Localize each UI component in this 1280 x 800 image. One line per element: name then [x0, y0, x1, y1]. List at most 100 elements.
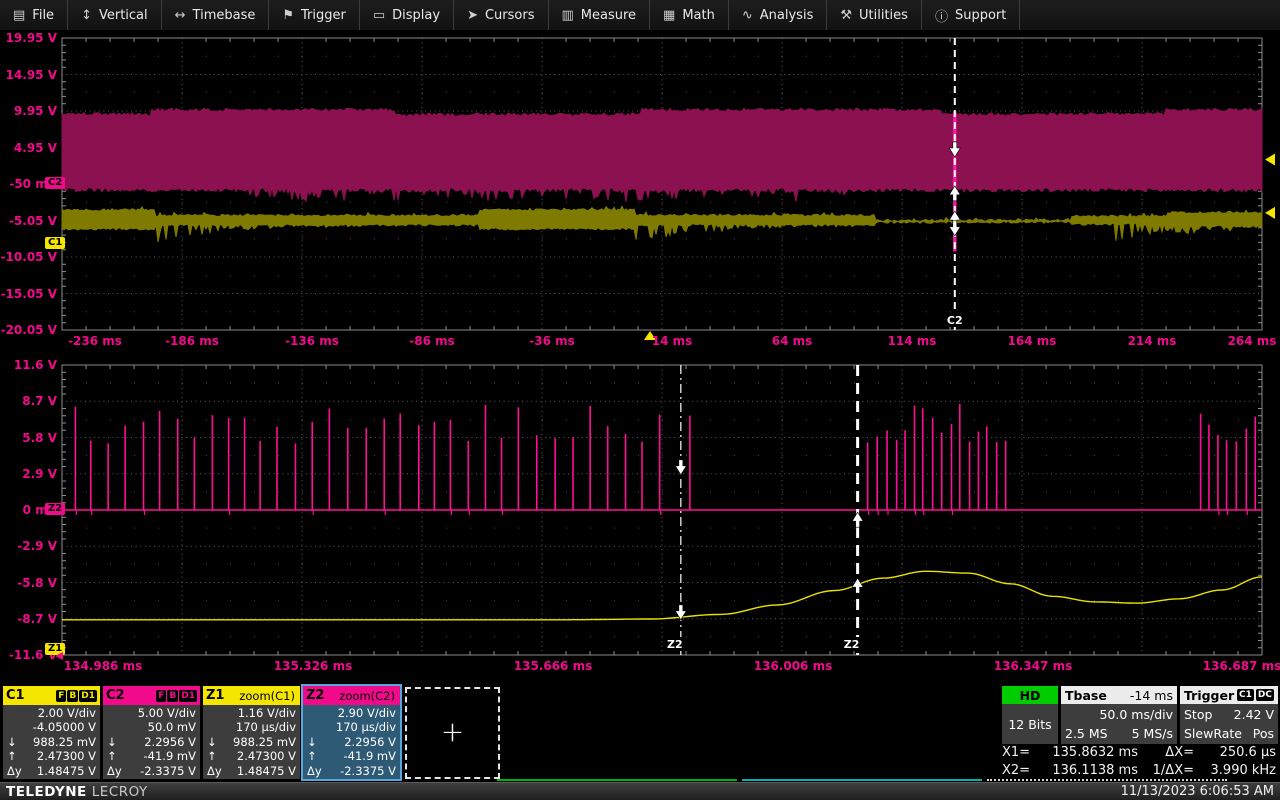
divider-strip-teal: [742, 779, 982, 781]
cursor-arrow-down-icon: [674, 459, 687, 476]
descriptor-Z1-row: Δy 1.48475 V: [207, 764, 296, 778]
zoom-x-axis-label: 136.687 ms: [1202, 659, 1280, 673]
descriptor-Z2-title: Z2: [306, 688, 325, 703]
main-y-axis-label: -5.05 V: [8, 213, 57, 228]
descriptor-C1-row-value: 1.48475 V: [36, 763, 96, 778]
descriptor-C2-title: C2: [106, 688, 125, 703]
x2-label: X2=: [1002, 763, 1031, 778]
descriptor-C2-row-value: -2.3375 V: [140, 763, 196, 778]
cursor-arrow-down-icon: [948, 220, 961, 237]
invdx-value: 3.990 kHz: [1210, 763, 1276, 778]
descriptor-Z1-row-prefix: ↓: [207, 734, 217, 749]
descriptor-Z2-row: ↑ -41.9 mV: [307, 749, 396, 763]
descriptor-Z1-row: 170 µs/div: [207, 720, 296, 734]
trigger-header: Trigger C1 DC: [1180, 686, 1278, 704]
descriptor-Z2-row: 2.90 V/div: [307, 706, 396, 720]
z2-trace[interactable]: [74, 403, 1257, 515]
descriptor-Z1-row-value: 1.16 V/div: [237, 706, 296, 720]
cursor-label: Z2: [667, 638, 683, 651]
trigger-mode: Stop: [1184, 707, 1213, 722]
x1-label: X1=: [1002, 745, 1031, 760]
descriptor-Z2-row-value: 2.90 V/div: [337, 706, 396, 720]
descriptor-C2-row: ↓ 2.2956 V: [107, 735, 196, 749]
trigger-source-badge: C1: [1237, 689, 1254, 701]
descriptor-C2-badges: F B D1: [156, 689, 197, 702]
add-trace-box[interactable]: +: [405, 687, 500, 779]
dx-label: ΔX=: [1165, 745, 1194, 760]
descriptor-Z1-row-prefix: Δy: [207, 763, 222, 778]
main-y-axis-label: -15.05 V: [0, 286, 57, 301]
main-y-axis-label: -10.05 V: [0, 250, 57, 264]
descriptor-Z1-row: ↓ 988.25 mV: [207, 735, 296, 749]
main-x-axis-label: -86 ms: [409, 334, 455, 348]
main-trace-badge-C1[interactable]: C1: [45, 237, 66, 250]
level-marker-icon[interactable]: [1265, 206, 1275, 219]
zoom-x-axis-label: 135.326 ms: [273, 659, 353, 673]
trigger-box[interactable]: Trigger C1 DC Stop 2.42 V SlewRate Pos: [1180, 686, 1278, 744]
trigger-title: Trigger: [1184, 687, 1235, 703]
descriptor-C1[interactable]: C1 F B D1 2.00 V/div -4.05000 V ↓ 988.25 mV ↑ 2.4…: [3, 686, 100, 779]
descriptor-Z2-subtitle: zoom(C2): [339, 688, 395, 703]
main-trace-badge-C2[interactable]: C2: [45, 176, 66, 189]
timebase-box[interactable]: Tbase -14 ms 50.0 ms/div 2.5 MS 5 MS/s: [1061, 686, 1177, 744]
timebase-header: Tbase -14 ms: [1061, 686, 1177, 704]
descriptor-C1-badge-B: B: [67, 689, 79, 702]
descriptor-C1-row-value: -4.05000 V: [32, 720, 96, 735]
descriptor-C2-row-value: -41.9 mV: [143, 749, 196, 764]
level-marker-icon[interactable]: [1265, 153, 1275, 166]
brand-lecroy: LECROY: [91, 783, 148, 800]
descriptor-C2-header: C2 F B D1: [103, 686, 200, 705]
descriptor-C2-row-value: 5.00 V/div: [137, 706, 196, 720]
main-y-axis-label: 14.95 V: [5, 67, 57, 82]
main-x-axis-label: 164 ms: [1007, 334, 1057, 348]
timebase-delay: -14 ms: [1129, 687, 1173, 703]
zoom-x-axis-label: 135.666 ms: [513, 659, 593, 673]
main-x-axis-label: 264 ms: [1227, 334, 1277, 348]
descriptor-C2-badge-B: B: [167, 689, 179, 702]
descriptor-Z2-row: Δy -2.3375 V: [307, 764, 396, 778]
x2-value: 136.1138 ms: [1052, 763, 1138, 778]
trigger-coupling-badge: DC: [1255, 689, 1274, 701]
timebase-rate: 5 MS/s: [1131, 726, 1173, 741]
status-bar: TELEDYNE LECROY 11/13/2023 6:06:53 AM: [0, 782, 1280, 800]
descriptor-C1-row-prefix: [7, 720, 27, 734]
hd-title: HD: [1019, 687, 1041, 703]
main-y-axis-label: 19.95 V: [5, 31, 57, 45]
descriptor-Z2-row-prefix: Δy: [307, 763, 322, 778]
descriptor-C1-row-prefix: Δy: [7, 763, 22, 778]
zoom-trace-badge-Z2[interactable]: Z2: [45, 503, 66, 515]
descriptor-C1-header: C1 F B D1: [3, 686, 100, 705]
descriptor-Z1[interactable]: Z1 zoom(C1) 1.16 V/div 170 µs/div ↓ 988.25 mV…: [203, 686, 300, 779]
trigger-body: Stop 2.42 V SlewRate Pos: [1180, 704, 1278, 744]
descriptor-C2-badge-D1: D1: [179, 689, 197, 702]
descriptor-C2[interactable]: C2 F B D1 5.00 V/div 50.0 mV ↓ 2.2956 V ↑ -41.9 m…: [103, 686, 200, 779]
main-x-axis-label: 214 ms: [1127, 334, 1177, 348]
offscreen-trigger-arrow-icon: [55, 652, 63, 660]
descriptor-Z2-row-value: 2.2956 V: [344, 734, 396, 749]
descriptor-Z2-row-value: 170 µs/div: [335, 720, 396, 735]
zoom-y-axis-label: 5.8 V: [22, 430, 57, 445]
invdx-label: 1/ΔX=: [1152, 763, 1194, 778]
waveform-canvas: C2 Z2 Z2: [61, 37, 1275, 656]
descriptor-Z1-row-value: 2.47300 V: [236, 749, 296, 764]
zoom-x-axis-label: 136.347 ms: [993, 659, 1073, 673]
descriptor-Z1-row: ↑ 2.47300 V: [207, 749, 296, 763]
c2-trace[interactable]: [61, 107, 1263, 203]
descriptor-C1-row-value: 2.00 V/div: [37, 706, 96, 720]
hd-mode-box[interactable]: HD 12 Bits: [1002, 686, 1058, 744]
x1-value: 135.8632 ms: [1052, 745, 1138, 760]
descriptor-C1-row: -4.05000 V: [7, 720, 96, 734]
descriptor-Z2[interactable]: Z2 zoom(C2) 2.90 V/div 170 µs/div ↓ 2.2956 V ↑…: [301, 684, 402, 781]
add-trace-plus-icon: +: [440, 715, 465, 749]
descriptor-C1-row: 2.00 V/div: [7, 706, 96, 720]
descriptor-Z2-body: 2.90 V/div 170 µs/div ↓ 2.2956 V ↑ -41.9 mV Δy…: [303, 705, 400, 779]
descriptor-C2-row-prefix: ↑: [107, 749, 117, 764]
zoom-x-axis-label: 136.006 ms: [753, 659, 833, 673]
descriptor-C2-row: Δy -2.3375 V: [107, 764, 196, 778]
descriptor-C2-row-prefix: [107, 706, 127, 720]
timebase-body: 50.0 ms/div 2.5 MS 5 MS/s: [1061, 704, 1177, 744]
main-x-axis-label: -136 ms: [285, 334, 339, 348]
descriptor-Z1-title: Z1: [206, 688, 225, 703]
descriptor-C2-row-value: 2.2956 V: [144, 734, 196, 749]
descriptor-Z1-row-value: 988.25 mV: [233, 734, 296, 749]
